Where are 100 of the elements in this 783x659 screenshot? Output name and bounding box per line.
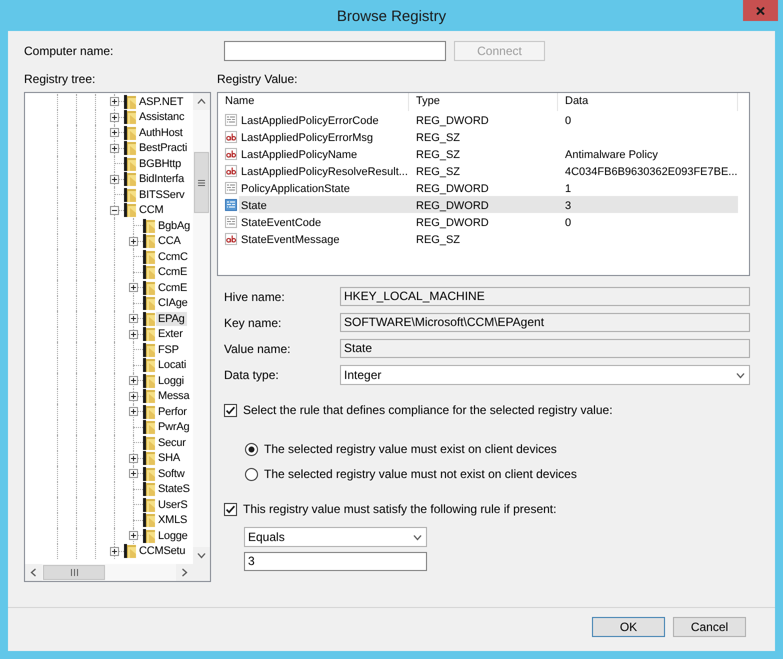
folder-icon (143, 482, 155, 496)
scroll-thumb[interactable] (194, 152, 209, 213)
table-cell: 4C034FB6B9630362E093FE7BE... (565, 166, 738, 178)
table-row[interactable]: LastAppliedPolicyResolveResult... REG_SZ 4C034FB6B9630362E093FE7BE... (239, 162, 738, 179)
tree-item[interactable]: Perfor (156, 404, 189, 419)
checkbox-label: Select the rule that defines compliance for the selected registry value: (243, 402, 613, 419)
tree-item[interactable]: CcmE (156, 265, 190, 280)
dropdown[interactable]: Equals (244, 527, 427, 547)
tree-item[interactable]: BgbAg (156, 218, 192, 233)
tree-item[interactable]: BGBHttp (137, 156, 184, 171)
tree-item[interactable]: BITSServ (137, 188, 186, 202)
tree-item[interactable]: Logge (156, 528, 190, 543)
plus-icon[interactable] (129, 469, 138, 478)
table-row[interactable]: StateEventMessage REG_SZ (239, 230, 738, 247)
scroll-left-button[interactable] (25, 564, 42, 581)
scroll-down-button[interactable] (193, 547, 210, 564)
table-row[interactable]: State REG_DWORD 3 (239, 196, 738, 213)
plus-icon[interactable] (129, 407, 138, 416)
field-label: Hive name: (224, 288, 285, 306)
tree-item[interactable]: CCA (156, 234, 183, 248)
table-cell: LastAppliedPolicyName (241, 148, 358, 160)
table-cell: 3 (565, 200, 572, 212)
tree-item[interactable]: XMLS (156, 513, 190, 528)
plus-icon[interactable] (129, 392, 138, 401)
plus-icon[interactable] (129, 531, 138, 540)
scroll-right-button[interactable] (176, 564, 193, 581)
tree-item[interactable]: Exter (156, 327, 185, 342)
table-cell: Antimalware Policy (565, 148, 658, 160)
dialog-button[interactable]: Cancel (673, 617, 746, 637)
plus-icon[interactable] (110, 128, 119, 138)
table-row[interactable]: LastAppliedPolicyErrorCode REG_DWORD 0 (239, 111, 738, 128)
tree-item[interactable]: Locati (156, 358, 188, 372)
tree-item[interactable]: PwrAg (156, 420, 192, 434)
table-row[interactable]: LastAppliedPolicyErrorMsg REG_SZ (239, 128, 738, 145)
tree-item[interactable]: CcmC (156, 250, 190, 264)
chevron-down-icon (197, 552, 206, 559)
input-field[interactable] (224, 41, 446, 61)
tree-item[interactable]: StateS (156, 482, 192, 496)
tree-item[interactable]: Loggi (156, 374, 186, 388)
binary-icon (225, 114, 237, 126)
dropdown[interactable]: Integer (340, 365, 750, 385)
plus-icon[interactable] (129, 454, 138, 463)
text-field[interactable]: SOFTWARE\Microsoft\CCM\EPAgent (340, 313, 750, 332)
tree-item[interactable]: Messa (156, 389, 192, 404)
table-cell: StateEventMessage (241, 234, 340, 246)
plus-icon[interactable] (110, 112, 119, 122)
plus-icon[interactable] (129, 314, 138, 324)
tree-item[interactable]: CCM (137, 203, 166, 218)
input-field[interactable]: 3 (244, 552, 427, 571)
plus-icon[interactable] (129, 236, 138, 246)
folder-icon (143, 280, 155, 295)
folder-icon (124, 172, 136, 186)
vertical-scrollbar[interactable] (193, 93, 210, 564)
plus-icon[interactable] (129, 283, 138, 292)
chevron-down-icon (736, 372, 745, 378)
minus-icon[interactable] (110, 206, 119, 215)
tree-item[interactable]: Secur (156, 436, 188, 450)
checkbox[interactable] (224, 404, 237, 416)
table-row[interactable]: LastAppliedPolicyName REG_SZ Antimalware Policy (239, 145, 738, 162)
dialog-button[interactable]: OK (592, 617, 665, 637)
tree-item[interactable]: ASP.NET (137, 94, 186, 109)
folder-icon (143, 374, 155, 388)
tree-item[interactable]: CCMSetu (137, 544, 188, 558)
close-button[interactable] (743, 0, 778, 21)
plus-icon[interactable] (129, 376, 138, 386)
tree-item[interactable]: CIAge (156, 296, 190, 310)
field-label: Computer name: (24, 43, 114, 60)
tree-item[interactable]: EPAg (156, 312, 187, 326)
tree-item[interactable]: AuthHost (137, 126, 185, 140)
column-header[interactable]: Data (558, 93, 738, 111)
table-row[interactable]: PolicyApplicationState REG_DWORD 1 (239, 179, 738, 196)
table-cell: LastAppliedPolicyErrorCode (241, 114, 379, 126)
horizontal-scrollbar[interactable] (25, 564, 193, 581)
scroll-thumb[interactable] (43, 565, 105, 580)
tree-item[interactable]: BidInterfa (137, 172, 186, 186)
tree-item[interactable]: CcmE (156, 280, 190, 295)
column-header[interactable]: Type (409, 93, 558, 111)
checkbox[interactable] (224, 502, 237, 516)
text-field[interactable]: State (340, 339, 750, 358)
plus-icon[interactable] (110, 97, 119, 106)
radio-button[interactable] (245, 442, 258, 456)
tree-item[interactable]: Softw (156, 466, 187, 481)
folder-icon (124, 110, 136, 124)
table-row[interactable]: StateEventCode REG_DWORD 0 (239, 213, 738, 230)
section-label: Registry tree: (24, 72, 96, 86)
tree-item[interactable]: SHA (156, 451, 182, 466)
plus-icon[interactable] (110, 546, 119, 556)
radio-button[interactable] (245, 468, 258, 480)
folder-icon (143, 389, 155, 404)
tree-item[interactable]: FSP (156, 342, 181, 357)
tree-item[interactable]: BestPracti (137, 141, 190, 156)
scroll-up-button[interactable] (193, 93, 210, 110)
table-cell: REG_SZ (416, 166, 460, 178)
tree-item[interactable]: Assistanc (137, 110, 186, 124)
plus-icon[interactable] (129, 330, 138, 339)
plus-icon[interactable] (110, 144, 119, 153)
plus-icon[interactable] (110, 174, 119, 184)
column-header[interactable]: Name (218, 93, 409, 111)
tree-item[interactable]: UserS (156, 498, 190, 512)
text-field[interactable]: HKEY_LOCAL_MACHINE (340, 287, 750, 306)
